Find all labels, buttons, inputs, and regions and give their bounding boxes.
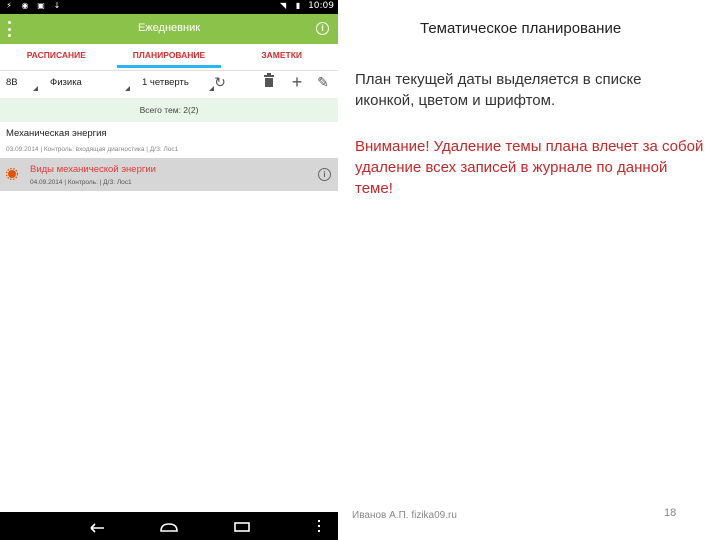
slide-title: Тематическое планирование bbox=[420, 20, 622, 37]
usb-icon: ⚡ bbox=[6, 1, 12, 10]
app-title: Ежедневник bbox=[137, 22, 201, 34]
slide-warning: Внимание! Удаление темы плана влечет за … bbox=[355, 138, 704, 197]
class-select[interactable]: 8В bbox=[0, 72, 40, 94]
download-icon: ↓ bbox=[53, 1, 61, 10]
subject-value: Физика bbox=[50, 77, 82, 88]
period-select[interactable]: 1 четверть bbox=[136, 72, 216, 94]
recents-icon[interactable] bbox=[231, 516, 253, 536]
refresh-icon[interactable]: ↻ bbox=[212, 72, 228, 92]
image-icon: ▣ bbox=[37, 1, 45, 10]
back-icon[interactable] bbox=[86, 516, 108, 536]
pencil-icon[interactable]: ✎ bbox=[315, 72, 331, 92]
battery-icon: ▮ bbox=[295, 1, 301, 10]
tab-planning[interactable]: ПЛАНИРОВАНИЕ bbox=[113, 44, 226, 70]
app-bar: Ежедневник i bbox=[0, 14, 338, 44]
info-icon[interactable]: i bbox=[316, 22, 329, 35]
list-item-details[interactable]: 03.09.2014 | Контроль: входящая диагност… bbox=[6, 146, 178, 153]
home-icon[interactable] bbox=[158, 516, 180, 536]
tab-notes[interactable]: ЗАМЕТКИ bbox=[225, 44, 338, 70]
dropdown-corner-icon bbox=[33, 86, 38, 91]
item-info-icon[interactable]: i bbox=[318, 168, 331, 181]
system-nav-bar bbox=[0, 512, 338, 540]
filter-toolbar: 8В Физика 1 четверть ↻ + ✎ bbox=[0, 70, 338, 96]
subject-select[interactable]: Физика bbox=[44, 72, 132, 94]
slide-footer-author: Иванов А.П. fizika09.ru bbox=[352, 510, 457, 521]
list-item-title: Виды механической энергии bbox=[30, 164, 156, 175]
topics-summary: Всего тем: 2(2) bbox=[0, 98, 338, 122]
slide-page-number: 18 bbox=[664, 507, 677, 519]
nav-menu-icon[interactable] bbox=[318, 520, 324, 532]
status-bar: ⚡ ◉ ▣ ↓ ◥ ▮ 10:09 bbox=[0, 0, 338, 14]
class-value: 8В bbox=[6, 77, 18, 88]
wifi-icon: ◥ bbox=[279, 1, 287, 10]
status-time: 10:09 bbox=[308, 1, 334, 11]
list-item-highlighted[interactable]: Виды механической энергии 04.09.2014 | К… bbox=[0, 158, 338, 191]
dropdown-corner-icon bbox=[125, 86, 130, 91]
trash-icon[interactable] bbox=[261, 72, 277, 92]
topic-section-header: Механическая энергия bbox=[6, 128, 107, 139]
current-date-icon bbox=[6, 168, 18, 180]
list-item-details: 04.09.2014 | Контроль: | Д/З: Лос1 bbox=[30, 179, 132, 186]
tab-schedule[interactable]: РАСПИСАНИЕ bbox=[0, 44, 113, 70]
phone-screen: ⚡ ◉ ▣ ↓ ◥ ▮ 10:09 Ежедневник i РАСПИСАНИ… bbox=[0, 0, 338, 540]
slide-description: План текущей даты выделяется в списке ик… bbox=[355, 71, 642, 109]
plus-icon[interactable]: + bbox=[289, 72, 305, 92]
tab-bar: РАСПИСАНИЕ ПЛАНИРОВАНИЕ ЗАМЕТКИ bbox=[0, 44, 338, 71]
period-value: 1 четверть bbox=[142, 77, 189, 88]
android-icon: ◉ bbox=[21, 1, 29, 10]
